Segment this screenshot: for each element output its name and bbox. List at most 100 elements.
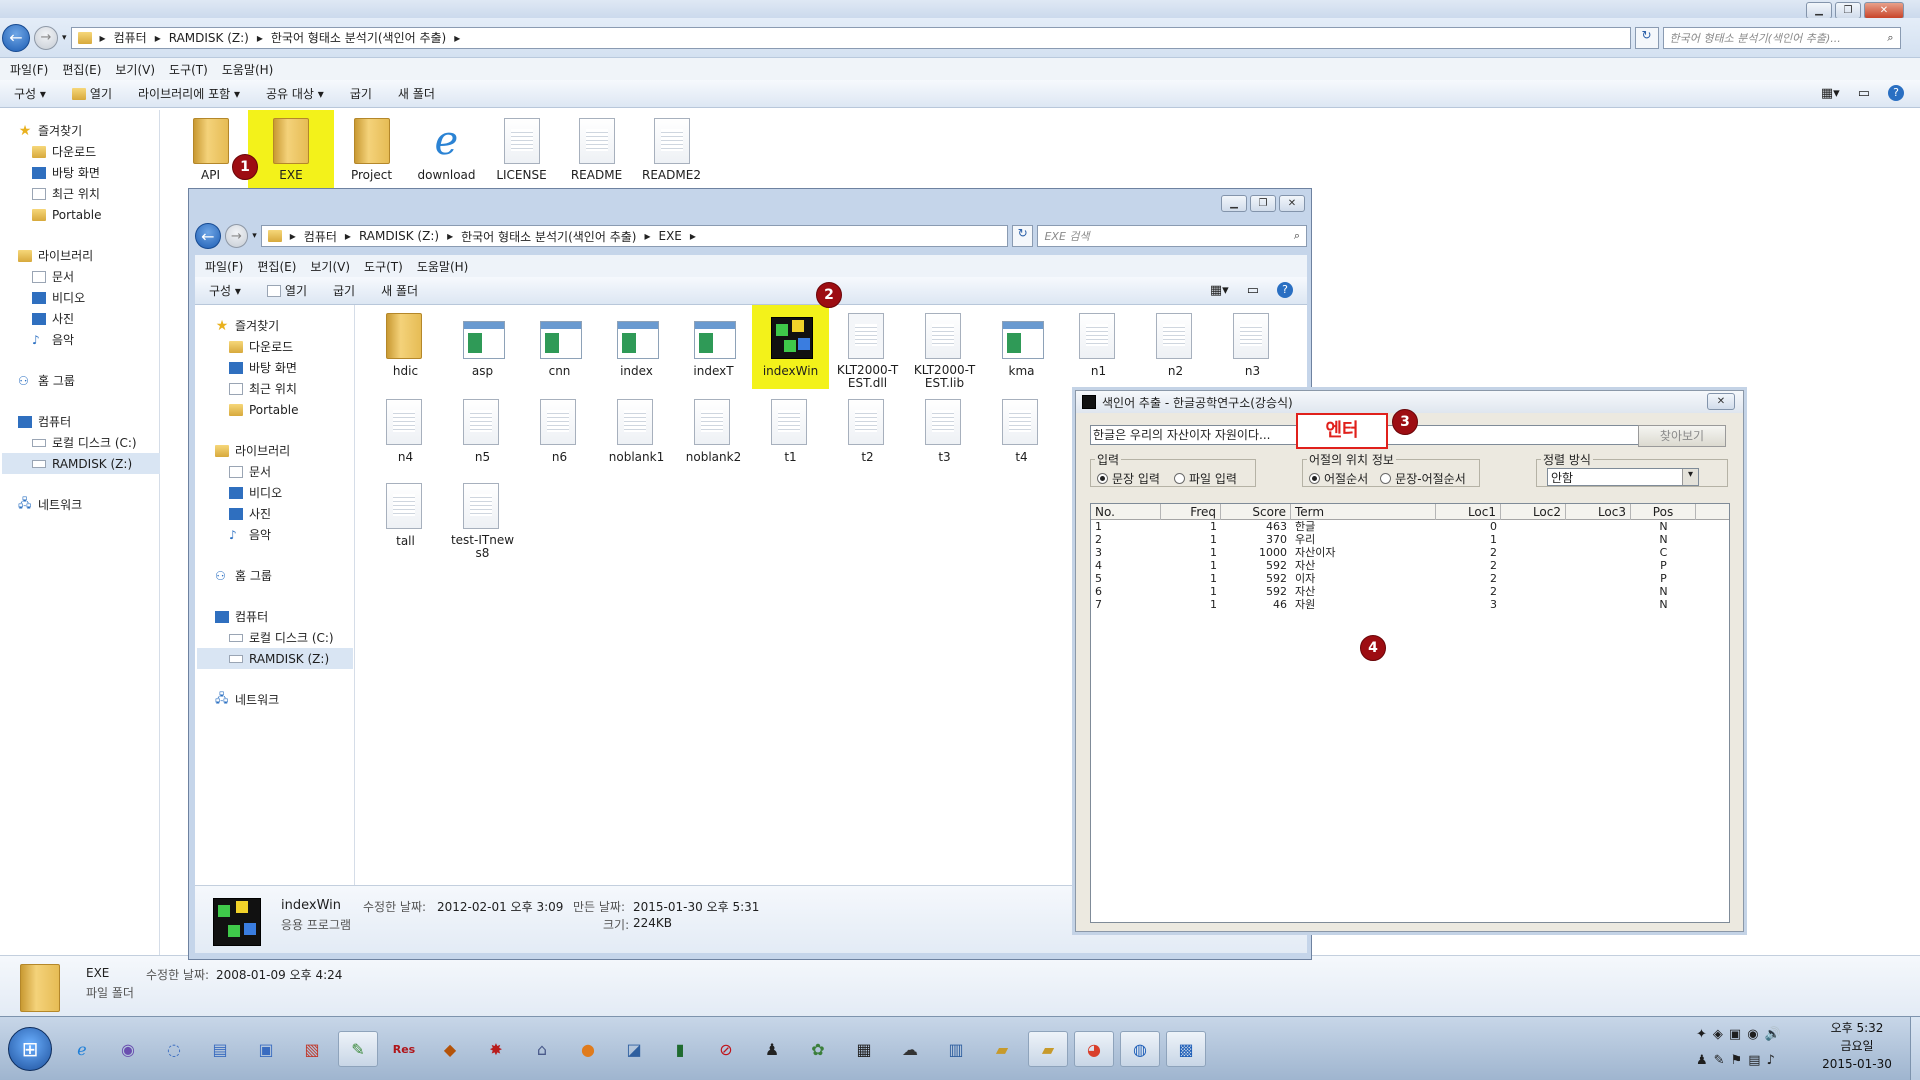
column-header-loc3[interactable]: Loc3 (1566, 504, 1631, 520)
indexwin-taskbar-icon[interactable]: ▩ (1166, 1031, 1206, 1067)
editor-taskbar-icon[interactable]: ✎ (338, 1031, 378, 1067)
terminal-taskbar-icon[interactable]: ▮ (660, 1031, 700, 1067)
app-taskbar-icon[interactable]: ✸ (476, 1031, 516, 1067)
nav-music[interactable]: ♪ 음악 (18, 329, 159, 350)
app-taskbar-icon[interactable]: ▥ (936, 1031, 976, 1067)
breadcrumb-item[interactable]: 컴퓨터 (114, 29, 147, 46)
new-folder-button[interactable]: 새 폴더 (398, 85, 435, 102)
nav-network[interactable]: 🖧 네트워크 (215, 689, 354, 710)
file-item[interactable]: hdic (367, 313, 444, 390)
share-with-button[interactable]: 공유 대상 ▾ (266, 85, 324, 102)
menu-file[interactable]: 파일(F) (205, 258, 243, 275)
menu-tools[interactable]: 도구(T) (364, 258, 403, 275)
volume-icon[interactable]: 🔊 (1765, 1027, 1781, 1042)
table-row[interactable]: 2 1 370 우리 1 N (1091, 533, 1729, 546)
file-item[interactable]: index (598, 313, 675, 390)
folder-taskbar-icon[interactable]: ▰ (982, 1031, 1022, 1067)
file-item[interactable]: kma (983, 313, 1060, 390)
menu-edit[interactable]: 편집(E) (62, 61, 101, 78)
nav-desktop[interactable]: 바탕 화면 (18, 162, 159, 183)
history-dropdown-icon[interactable]: ▾ (252, 231, 257, 241)
nav-drive-c[interactable]: 로컬 디스크 (C:) (215, 627, 354, 648)
inner-address-bar[interactable]: ▸ 컴퓨터 ▸ RAMDISK (Z:) ▸ 한국어 형태소 분석기(색인어 추… (260, 225, 1008, 247)
nav-pictures[interactable]: 사진 (215, 503, 354, 524)
nav-computer[interactable]: 컴퓨터 (215, 606, 354, 627)
file-item[interactable]: cnn (521, 313, 598, 390)
burn-button[interactable]: 굽기 (350, 85, 372, 102)
file-item[interactable]: n3 (1214, 313, 1291, 390)
file-item[interactable]: KLT2000-TEST.lib (906, 313, 983, 390)
nav-pictures[interactable]: 사진 (18, 308, 159, 329)
file-item-readme[interactable]: README (559, 118, 634, 195)
maximize-button[interactable]: ❐ (1250, 195, 1276, 212)
file-item[interactable]: t4 (983, 399, 1060, 476)
menu-view[interactable]: 보기(V) (115, 61, 155, 78)
tray-icon[interactable]: ♟ (1696, 1053, 1708, 1068)
app-taskbar-icon[interactable]: ☁ (890, 1031, 930, 1067)
tray-icon[interactable]: ◉ (1747, 1027, 1758, 1042)
column-header-loc1[interactable]: Loc1 (1436, 504, 1501, 520)
start-button[interactable]: ⊞ (8, 1027, 52, 1071)
clock[interactable]: 오후 5:32 금요일 2015-01-30 (1812, 1019, 1902, 1073)
file-item[interactable]: n6 (521, 399, 598, 476)
search-icon[interactable]: ⌕ (1887, 31, 1893, 45)
menu-tools[interactable]: 도구(T) (169, 61, 208, 78)
show-desktop-button[interactable] (1910, 1017, 1920, 1080)
column-header-term[interactable]: Term (1291, 504, 1436, 520)
app-taskbar-icon[interactable]: ⌂ (522, 1031, 562, 1067)
tray-icon[interactable]: ✦ (1696, 1027, 1707, 1042)
file-item[interactable]: indexT (675, 313, 752, 390)
minimize-button[interactable]: ▁ (1806, 2, 1832, 19)
res-taskbar-icon[interactable]: Res (384, 1031, 424, 1067)
radio-file-input[interactable]: 파일 입력 (1173, 470, 1237, 487)
back-button[interactable]: ← (195, 223, 221, 249)
column-header-no[interactable]: No. (1091, 504, 1161, 520)
chevron-down-icon[interactable]: ▾ (1682, 469, 1698, 485)
speaker-icon[interactable]: ♪ (1767, 1053, 1775, 1068)
tool-taskbar-icon[interactable]: ▧ (292, 1031, 332, 1067)
file-item[interactable]: KLT2000-TEST.dll (829, 313, 906, 390)
document-taskbar-icon[interactable]: ▣ (246, 1031, 286, 1067)
explorer-taskbar-icon[interactable]: ▰ (1028, 1031, 1068, 1067)
ie-taskbar-icon[interactable]: ℯ (62, 1031, 102, 1067)
column-header-score[interactable]: Score (1221, 504, 1291, 520)
nav-libraries[interactable]: 라이브러리 (18, 245, 159, 266)
view-options-icon[interactable]: ▦▾ (1821, 86, 1840, 101)
breadcrumb-item[interactable]: RAMDISK (Z:) (169, 31, 249, 45)
dialog-close-button[interactable]: ✕ (1707, 393, 1735, 410)
nav-drive-c[interactable]: 로컬 디스크 (C:) (18, 432, 159, 453)
open-button[interactable]: 열기 (71, 85, 112, 102)
new-folder-button[interactable]: 새 폴더 (381, 282, 418, 299)
file-item-project[interactable]: Project (334, 118, 409, 195)
app-taskbar-icon[interactable]: ◪ (614, 1031, 654, 1067)
column-header-loc2[interactable]: Loc2 (1501, 504, 1566, 520)
table-row[interactable]: 1 1 463 한글 0 N (1091, 520, 1729, 533)
nav-desktop[interactable]: 바탕 화면 (215, 357, 354, 378)
tray-icon[interactable]: ◈ (1713, 1027, 1723, 1042)
nav-homegroup[interactable]: ⚇ 홈 그룹 (18, 370, 159, 391)
nav-libraries[interactable]: 라이브러리 (215, 440, 354, 461)
table-row[interactable]: 3 1 1000 자산이자 2 C (1091, 546, 1729, 559)
table-row[interactable]: 7 1 46 자원 3 N (1091, 598, 1729, 611)
breadcrumb-item[interactable]: 한국어 형태소 분석기(색인어 추출) (461, 228, 636, 245)
help-icon[interactable]: ? (1277, 282, 1293, 298)
nav-recent[interactable]: 최근 위치 (215, 378, 354, 399)
nav-videos[interactable]: 비디오 (215, 482, 354, 503)
app-taskbar-icon[interactable]: ◉ (108, 1031, 148, 1067)
nav-portable[interactable]: Portable (18, 204, 159, 225)
table-row[interactable]: 5 1 592 이자 2 P (1091, 572, 1729, 585)
nav-network[interactable]: 🖧 네트워크 (18, 494, 159, 515)
menu-help[interactable]: 도움말(H) (222, 61, 274, 78)
file-item[interactable]: t1 (752, 399, 829, 476)
preview-pane-icon[interactable]: ▭ (1858, 86, 1870, 101)
menu-edit[interactable]: 편집(E) (257, 258, 296, 275)
file-item[interactable]: n4 (367, 399, 444, 476)
menu-view[interactable]: 보기(V) (310, 258, 350, 275)
nav-downloads[interactable]: 다운로드 (18, 141, 159, 162)
search-icon[interactable]: ⌕ (1294, 229, 1300, 243)
chrome-taskbar-icon[interactable]: ◕ (1074, 1031, 1114, 1067)
radio-sentence-input[interactable]: 문장 입력 (1097, 470, 1160, 487)
file-item-readme2[interactable]: README2 (634, 118, 709, 195)
tray-icon[interactable]: ✎ (1714, 1053, 1725, 1068)
app-taskbar-icon[interactable]: ◆ (430, 1031, 470, 1067)
